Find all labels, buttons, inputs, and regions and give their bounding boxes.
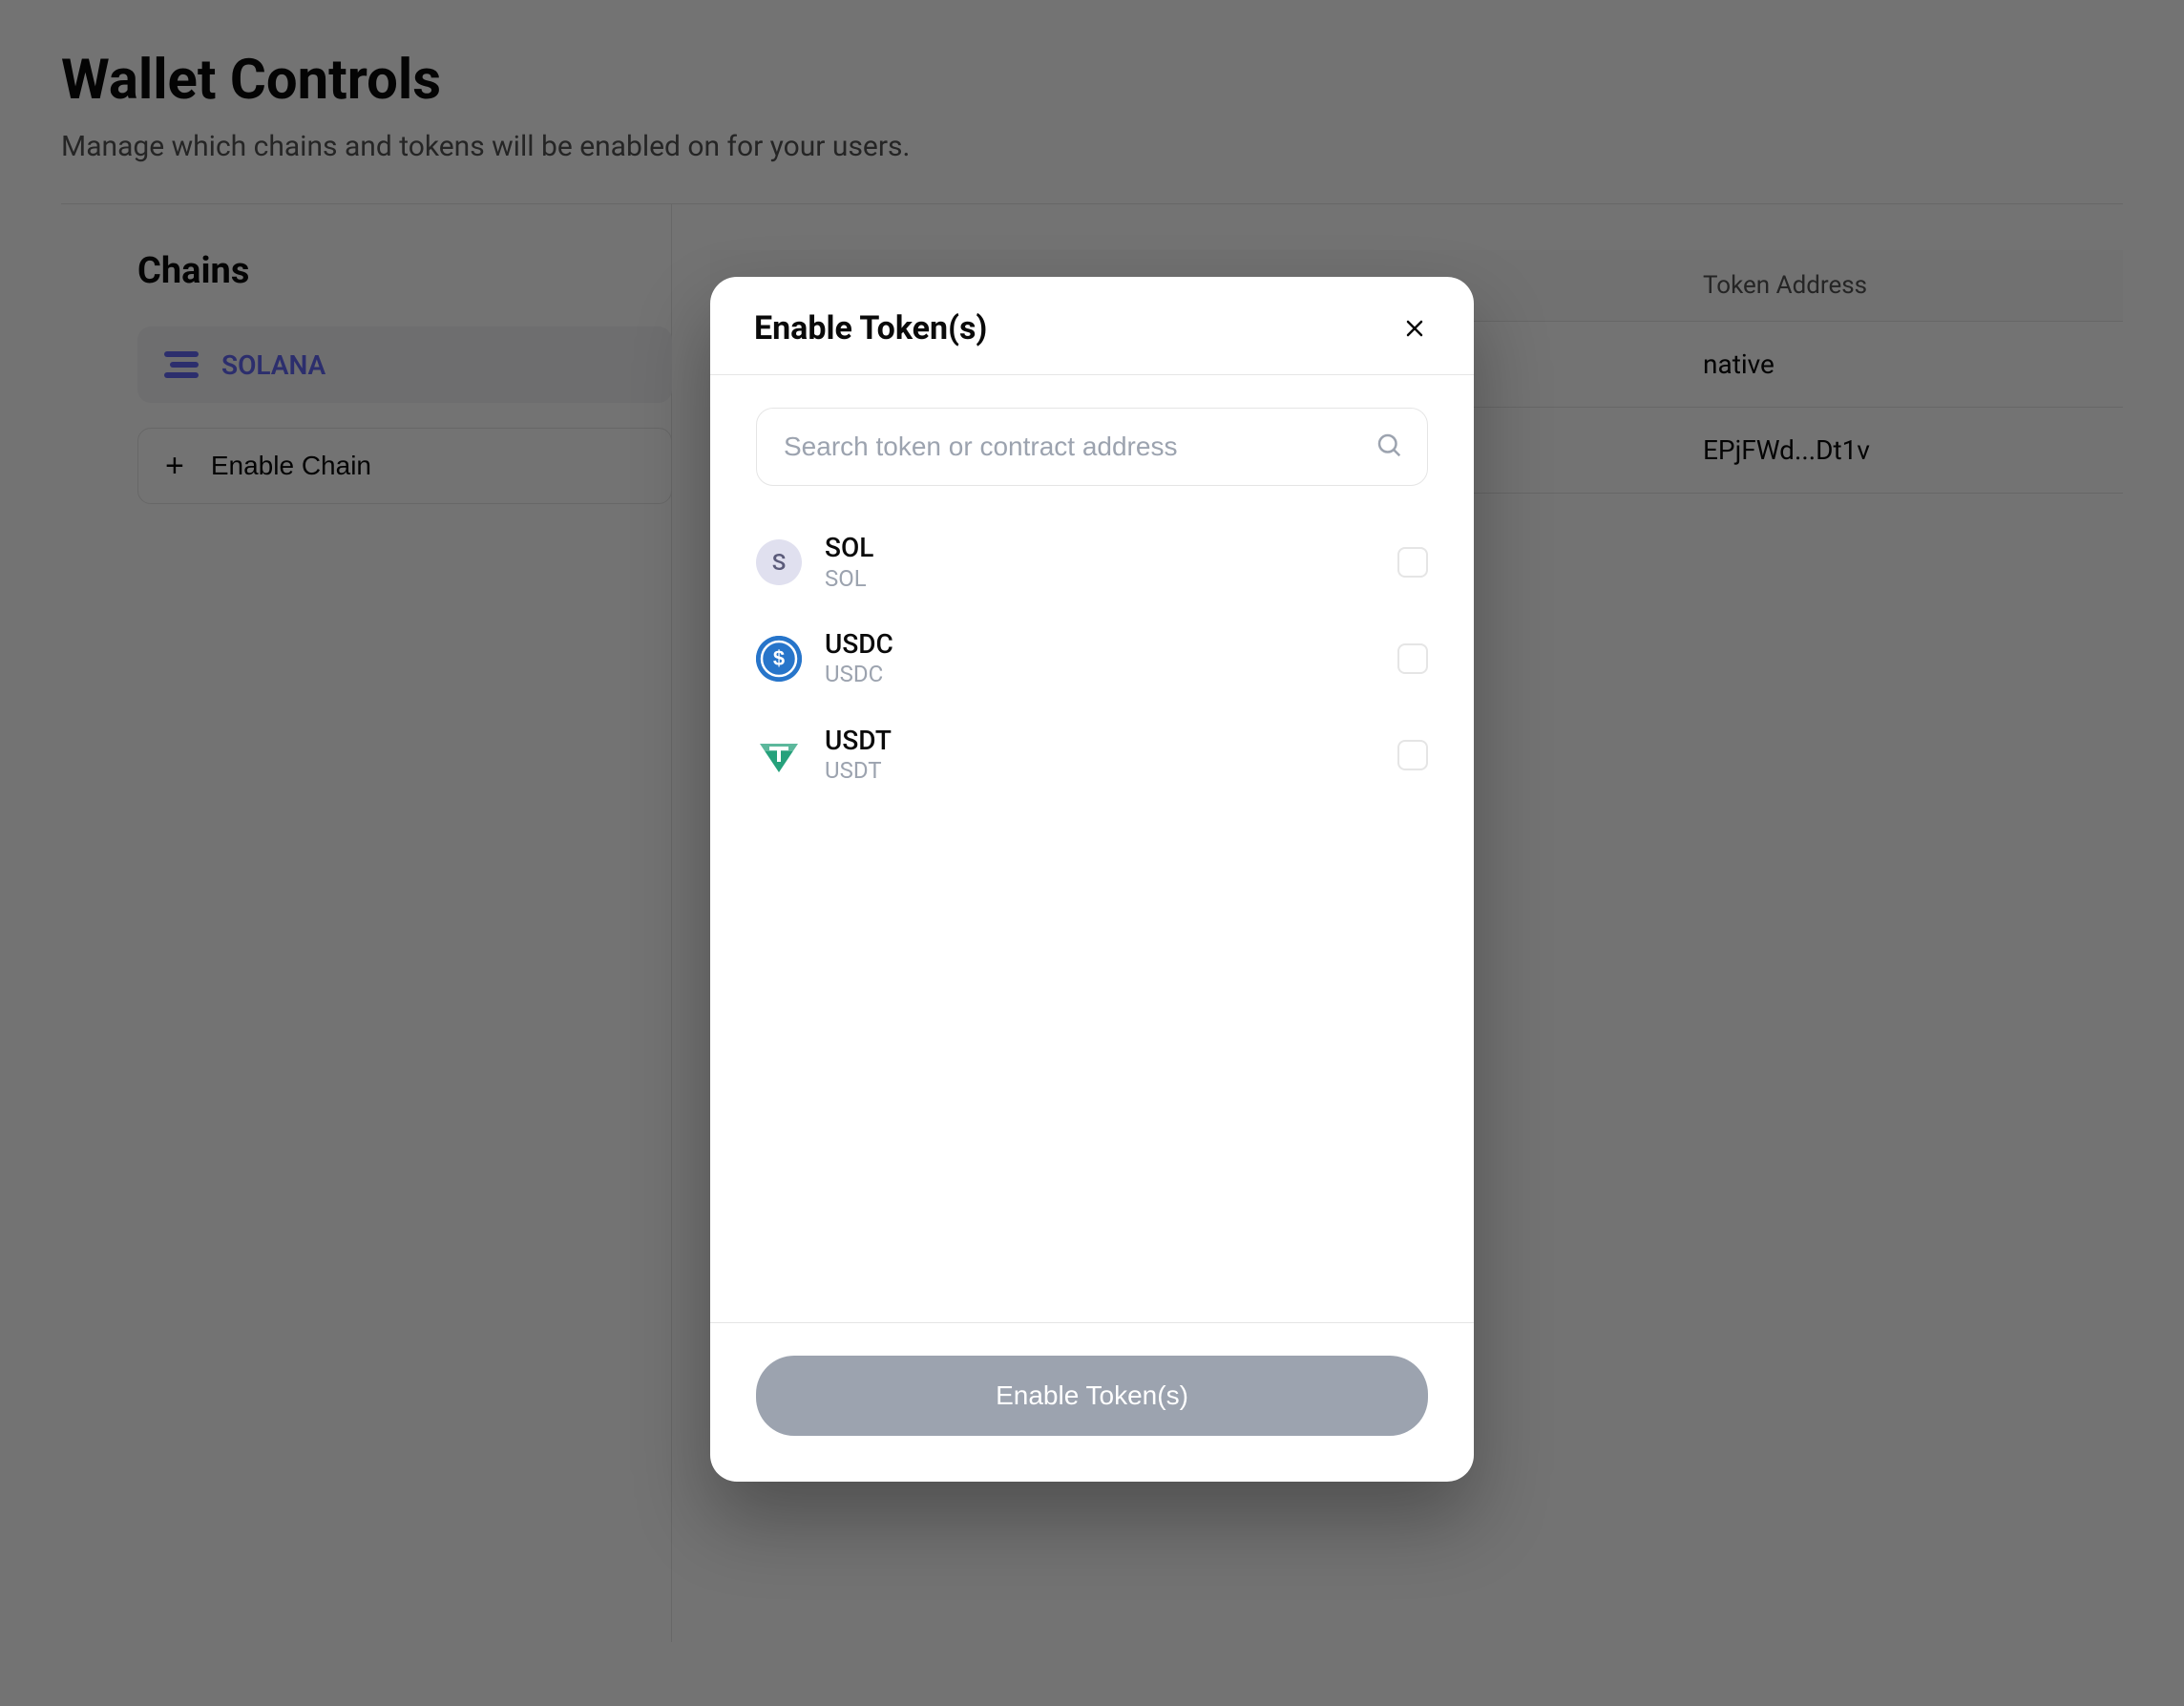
- modal-overlay[interactable]: Enable Token(s) S: [0, 0, 2184, 1706]
- modal-footer: Enable Token(s): [710, 1322, 1474, 1482]
- svg-text:$: $: [773, 646, 785, 670]
- token-subtext: SOL: [825, 564, 1375, 594]
- token-checkbox[interactable]: [1397, 547, 1428, 578]
- token-subtext: USDC: [825, 660, 1375, 689]
- token-info: USDC USDC: [825, 628, 1375, 690]
- token-row-usdt[interactable]: USDT USDT: [756, 707, 1428, 804]
- usdt-icon: [756, 732, 802, 778]
- token-subtext: USDT: [825, 756, 1375, 786]
- token-info: SOL SOL: [825, 532, 1375, 594]
- close-button[interactable]: [1399, 313, 1430, 344]
- usdc-icon: $: [756, 636, 802, 682]
- search-field: [756, 408, 1428, 486]
- token-info: USDT USDT: [825, 725, 1375, 787]
- sol-icon: S: [756, 539, 802, 585]
- modal-header: Enable Token(s): [710, 277, 1474, 375]
- token-symbol: USDT: [825, 725, 1375, 757]
- token-symbol: SOL: [825, 532, 1375, 564]
- token-row-sol[interactable]: S SOL SOL: [756, 515, 1428, 611]
- token-checkbox[interactable]: [1397, 643, 1428, 674]
- search-icon: [1375, 431, 1403, 463]
- token-symbol: USDC: [825, 628, 1375, 661]
- close-icon: [1403, 317, 1426, 340]
- enable-tokens-modal: Enable Token(s) S: [710, 277, 1474, 1482]
- token-row-usdc[interactable]: $ USDC USDC: [756, 611, 1428, 707]
- modal-body: S SOL SOL $ USDC: [710, 375, 1474, 1322]
- token-checkbox[interactable]: [1397, 740, 1428, 770]
- enable-tokens-button[interactable]: Enable Token(s): [756, 1356, 1428, 1436]
- search-input[interactable]: [756, 408, 1428, 486]
- modal-title: Enable Token(s): [754, 309, 987, 348]
